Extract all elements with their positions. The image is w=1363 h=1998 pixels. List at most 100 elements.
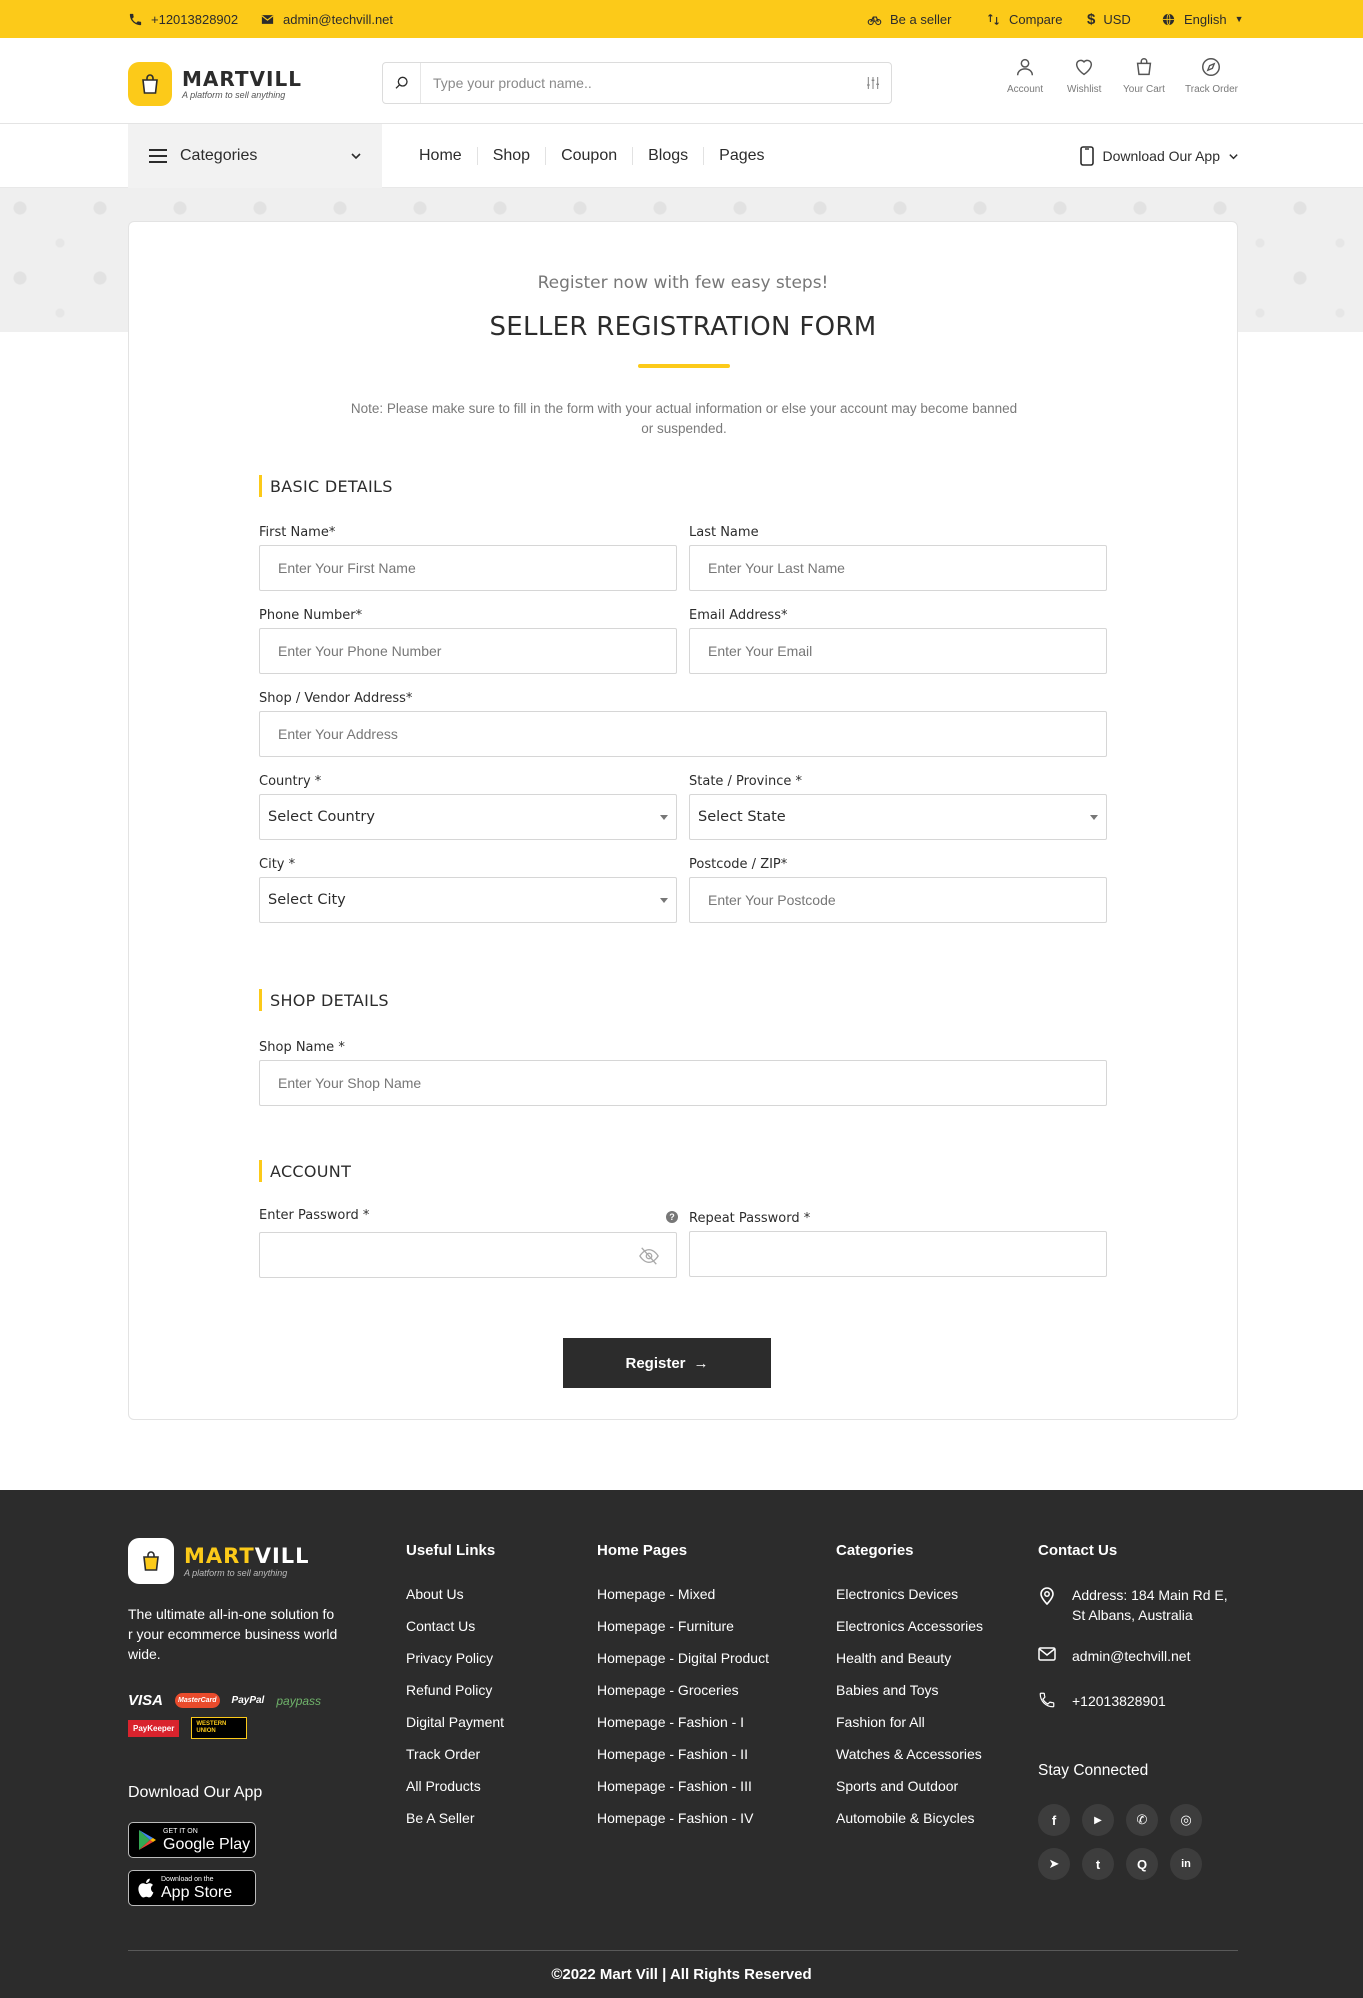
topbar-email[interactable]: admin@techvill.net — [260, 0, 393, 38]
footer-cat-health-beauty[interactable]: Health and Beauty — [836, 1649, 983, 1681]
city-select[interactable]: Select City — [259, 877, 677, 923]
google-play-big: Google Play — [163, 1835, 251, 1853]
main-nav: Categories Home Shop Coupon Blogs Pages … — [0, 124, 1363, 188]
address-input[interactable] — [260, 712, 1106, 756]
state-label: State / Province * — [689, 774, 803, 789]
wishlist-link[interactable]: Wishlist — [1067, 56, 1101, 95]
footer-cat-electronics-devices[interactable]: Electronics Devices — [836, 1585, 983, 1617]
compass-icon — [1202, 58, 1221, 76]
footer-link-refund[interactable]: Refund Policy — [406, 1681, 504, 1713]
home-pages-title: Home Pages — [597, 1542, 688, 1559]
caret-down-icon — [660, 815, 668, 820]
postcode-input[interactable] — [690, 878, 1106, 922]
footer-cat-sports[interactable]: Sports and Outdoor — [836, 1777, 983, 1809]
nav-menu: Home Shop Coupon Blogs Pages — [404, 124, 780, 188]
account-link[interactable]: Account — [1007, 56, 1043, 95]
nav-blogs[interactable]: Blogs — [633, 147, 705, 165]
filter-sliders-icon[interactable] — [855, 75, 891, 91]
state-select[interactable]: Select State — [689, 794, 1107, 840]
wishlist-label: Wishlist — [1067, 84, 1102, 95]
footer-home-mixed[interactable]: Homepage - Mixed — [597, 1585, 769, 1617]
whatsapp-icon[interactable]: ✆ — [1126, 1804, 1158, 1836]
twitter-icon[interactable]: t — [1082, 1848, 1114, 1880]
download-app-dropdown[interactable]: Download Our App — [1080, 124, 1239, 188]
footer-link-privacy[interactable]: Privacy Policy — [406, 1649, 504, 1681]
email-input[interactable] — [690, 629, 1106, 673]
youtube-icon[interactable]: ▶ — [1082, 1804, 1114, 1836]
search-icon[interactable] — [383, 63, 421, 103]
cart-link[interactable]: Your Cart — [1123, 56, 1165, 95]
telegram-icon[interactable]: ➤ — [1038, 1848, 1070, 1880]
globe-icon — [1162, 13, 1175, 25]
brand-logo[interactable]: MARTVILL A platform to sell anything — [128, 62, 302, 106]
footer-home-fashion-4[interactable]: Homepage - Fashion - IV — [597, 1809, 769, 1841]
footer-home-furniture[interactable]: Homepage - Furniture — [597, 1617, 769, 1649]
footer-cat-babies-toys[interactable]: Babies and Toys — [836, 1681, 983, 1713]
phone-input[interactable] — [260, 629, 676, 673]
quora-icon[interactable]: Q — [1126, 1848, 1158, 1880]
last-name-label: Last Name — [689, 525, 759, 540]
footer-home-digital[interactable]: Homepage - Digital Product — [597, 1649, 769, 1681]
app-store-badge[interactable]: Download on the App Store — [128, 1870, 256, 1906]
paypal-logo: PayPal — [231, 1695, 265, 1706]
repeat-password-input[interactable] — [690, 1232, 1106, 1276]
contact-phone[interactable]: +12013828901 — [1038, 1691, 1166, 1711]
register-label: Register — [625, 1354, 686, 1372]
footer-link-be-seller[interactable]: Be A Seller — [406, 1809, 504, 1841]
linkedin-icon[interactable]: in — [1170, 1848, 1202, 1880]
facebook-icon[interactable]: f — [1038, 1804, 1070, 1836]
contact-email-text: admin@techvill.net — [1072, 1648, 1191, 1664]
phone-icon — [129, 13, 142, 25]
last-name-input[interactable] — [690, 546, 1106, 590]
footer-link-all-products[interactable]: All Products — [406, 1777, 504, 1809]
contact-email[interactable]: admin@techvill.net — [1038, 1646, 1191, 1666]
topbar-phone[interactable]: +12013828902 — [128, 0, 238, 38]
address-field — [259, 711, 1107, 757]
nav-coupon[interactable]: Coupon — [546, 147, 634, 165]
language-selector[interactable]: English ▼ — [1161, 0, 1244, 38]
footer-link-about[interactable]: About Us — [406, 1585, 504, 1617]
phone-field — [259, 628, 677, 674]
footer-home-fashion-1[interactable]: Homepage - Fashion - I — [597, 1713, 769, 1745]
compare-icon — [988, 13, 999, 25]
password-input[interactable] — [260, 1233, 676, 1277]
footer-home-fashion-2[interactable]: Homepage - Fashion - II — [597, 1745, 769, 1777]
categories-dropdown[interactable]: Categories — [128, 124, 382, 188]
footer-link-track-order[interactable]: Track Order — [406, 1745, 504, 1777]
first-name-label: First Name* — [259, 525, 336, 540]
shop-name-input[interactable] — [260, 1061, 1106, 1105]
footer-cat-electronics-accessories[interactable]: Electronics Accessories — [836, 1617, 983, 1649]
mastercard-logo: MasterCard — [175, 1693, 220, 1708]
google-play-badge[interactable]: GET IT ON Google Play — [128, 1822, 256, 1858]
payment-methods: VISA MasterCard PayPal paypass PayKeeper… — [128, 1692, 338, 1739]
help-circle-icon[interactable]: ? — [666, 1211, 678, 1223]
footer-cat-automobile[interactable]: Automobile & Bicycles — [836, 1809, 983, 1841]
footer-home-groceries[interactable]: Homepage - Groceries — [597, 1681, 769, 1713]
country-select-value: Select Country — [268, 809, 375, 825]
footer-link-digital-payment[interactable]: Digital Payment — [406, 1713, 504, 1745]
footer-description: The ultimate all-in-one solution for you… — [128, 1606, 338, 1662]
form-note: Note: Please make sure to fill in the fo… — [350, 401, 1018, 436]
currency-label: USD — [1103, 11, 1131, 27]
nav-shop[interactable]: Shop — [478, 147, 547, 165]
search-input[interactable] — [421, 63, 855, 103]
nav-home[interactable]: Home — [404, 147, 478, 165]
eye-off-icon[interactable] — [638, 1246, 660, 1266]
footer-cat-fashion[interactable]: Fashion for All — [836, 1713, 983, 1745]
nav-pages[interactable]: Pages — [704, 147, 779, 165]
country-select[interactable]: Select Country — [259, 794, 677, 840]
register-button[interactable]: Register → — [563, 1338, 771, 1388]
footer-brand-logo[interactable]: MARTVILL A platform to sell anything — [128, 1538, 310, 1584]
footer-home-fashion-3[interactable]: Homepage - Fashion - III — [597, 1777, 769, 1809]
be-seller-link[interactable]: Be a seller — [867, 0, 951, 38]
footer-link-contact[interactable]: Contact Us — [406, 1617, 504, 1649]
brand-name: MARTVILL — [182, 67, 302, 91]
instagram-icon[interactable]: ◎ — [1170, 1804, 1202, 1836]
track-order-link[interactable]: Track Order — [1185, 56, 1238, 95]
compare-link[interactable]: Compare — [986, 0, 1062, 38]
first-name-input[interactable] — [260, 546, 676, 590]
currency-selector[interactable]: $ USD — [1087, 0, 1131, 38]
shopping-bag-icon — [128, 1538, 174, 1584]
footer-cat-watches[interactable]: Watches & Accessories — [836, 1745, 983, 1777]
contact-address: Address: 184 Main Rd E, St Albans, Austr… — [1038, 1585, 1240, 1625]
